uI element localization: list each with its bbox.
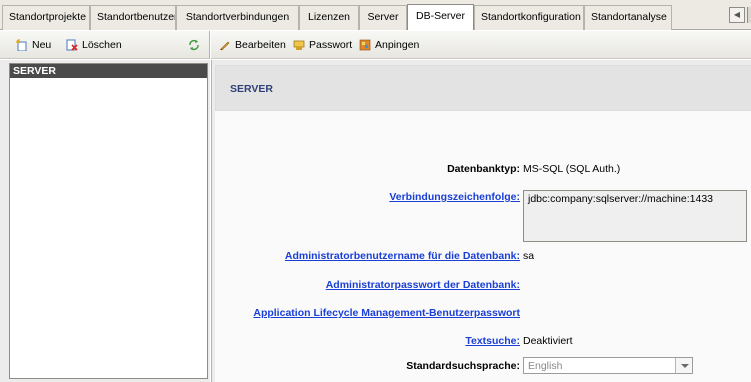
left-toolbar: Neu Löschen [0, 31, 210, 59]
tab-standortanalyse[interactable]: Standortanalyse [584, 5, 672, 30]
tab-scroll-left-button[interactable]: ◀ [729, 7, 745, 23]
list-item[interactable]: SERVER [10, 64, 207, 78]
search-language-select[interactable]: English [523, 357, 693, 374]
tab-db-server[interactable]: DB-Server [407, 4, 474, 30]
search-language-value: English [528, 360, 563, 372]
chevron-down-icon[interactable] [675, 358, 692, 373]
detail-header: SERVER [215, 65, 751, 111]
connection-string-field[interactable]: jdbc:company:sqlserver://machine:1433 [523, 190, 747, 242]
tab-lizenzen[interactable]: Lizenzen [299, 5, 359, 30]
tab-bar: Standortprojekte Standortbenutzer Stando… [0, 0, 751, 30]
server-list[interactable]: SERVER [9, 63, 208, 379]
tab-standortverbindungen[interactable]: Standortverbindungen [176, 5, 299, 30]
edit-button-label: Bearbeiten [235, 39, 286, 51]
new-button-label: Neu [32, 39, 52, 51]
text-search-value: Deaktiviert [523, 335, 573, 347]
right-toolbar: Bearbeiten Passwort Anpingen [211, 31, 751, 59]
tab-scroll-right-button[interactable] [747, 7, 751, 23]
database-ping-icon [359, 39, 371, 51]
chevron-left-icon: ◀ [733, 10, 741, 19]
connection-string-link[interactable]: Verbindungszeichenfolge: [389, 191, 520, 203]
tab-standortprojekte[interactable]: Standortprojekte [2, 5, 90, 30]
key-icon [293, 40, 305, 50]
password-button[interactable]: Passwort [293, 37, 352, 53]
refresh-button[interactable] [188, 37, 200, 53]
refresh-icon [189, 39, 199, 51]
alm-password-link[interactable]: Application Lifecycle Management-Benutze… [253, 307, 520, 319]
ping-button-label: Anpingen [375, 39, 420, 51]
db-type-label: Datenbanktyp: [447, 163, 520, 175]
pencil-icon [220, 41, 230, 51]
new-icon [16, 39, 27, 51]
server-list-panel: SERVER [0, 60, 210, 382]
tab-standortbenutzer[interactable]: Standortbenutzer [90, 5, 176, 30]
db-type-value: MS-SQL (SQL Auth.) [523, 163, 621, 175]
search-language-label: Standardsuchsprache: [406, 360, 520, 372]
password-button-label: Passwort [309, 39, 353, 51]
admin-password-link[interactable]: Administratorpasswort der Datenbank: [326, 279, 520, 291]
text-search-link[interactable]: Textsuche: [465, 335, 520, 347]
admin-user-value: sa [523, 250, 535, 262]
page-title: SERVER [230, 83, 273, 95]
delete-button-label: Löschen [82, 39, 122, 51]
new-button[interactable]: Neu [16, 37, 51, 53]
tab-standortkonfiguration[interactable]: Standortkonfiguration [474, 5, 584, 30]
delete-icon [66, 39, 78, 51]
admin-user-link[interactable]: Administratorbenutzername für die Datenb… [285, 250, 520, 262]
tab-server[interactable]: Server [359, 5, 407, 30]
ping-button[interactable]: Anpingen [359, 37, 419, 53]
edit-button[interactable]: Bearbeiten [219, 37, 286, 53]
delete-button[interactable]: Löschen [66, 37, 122, 53]
